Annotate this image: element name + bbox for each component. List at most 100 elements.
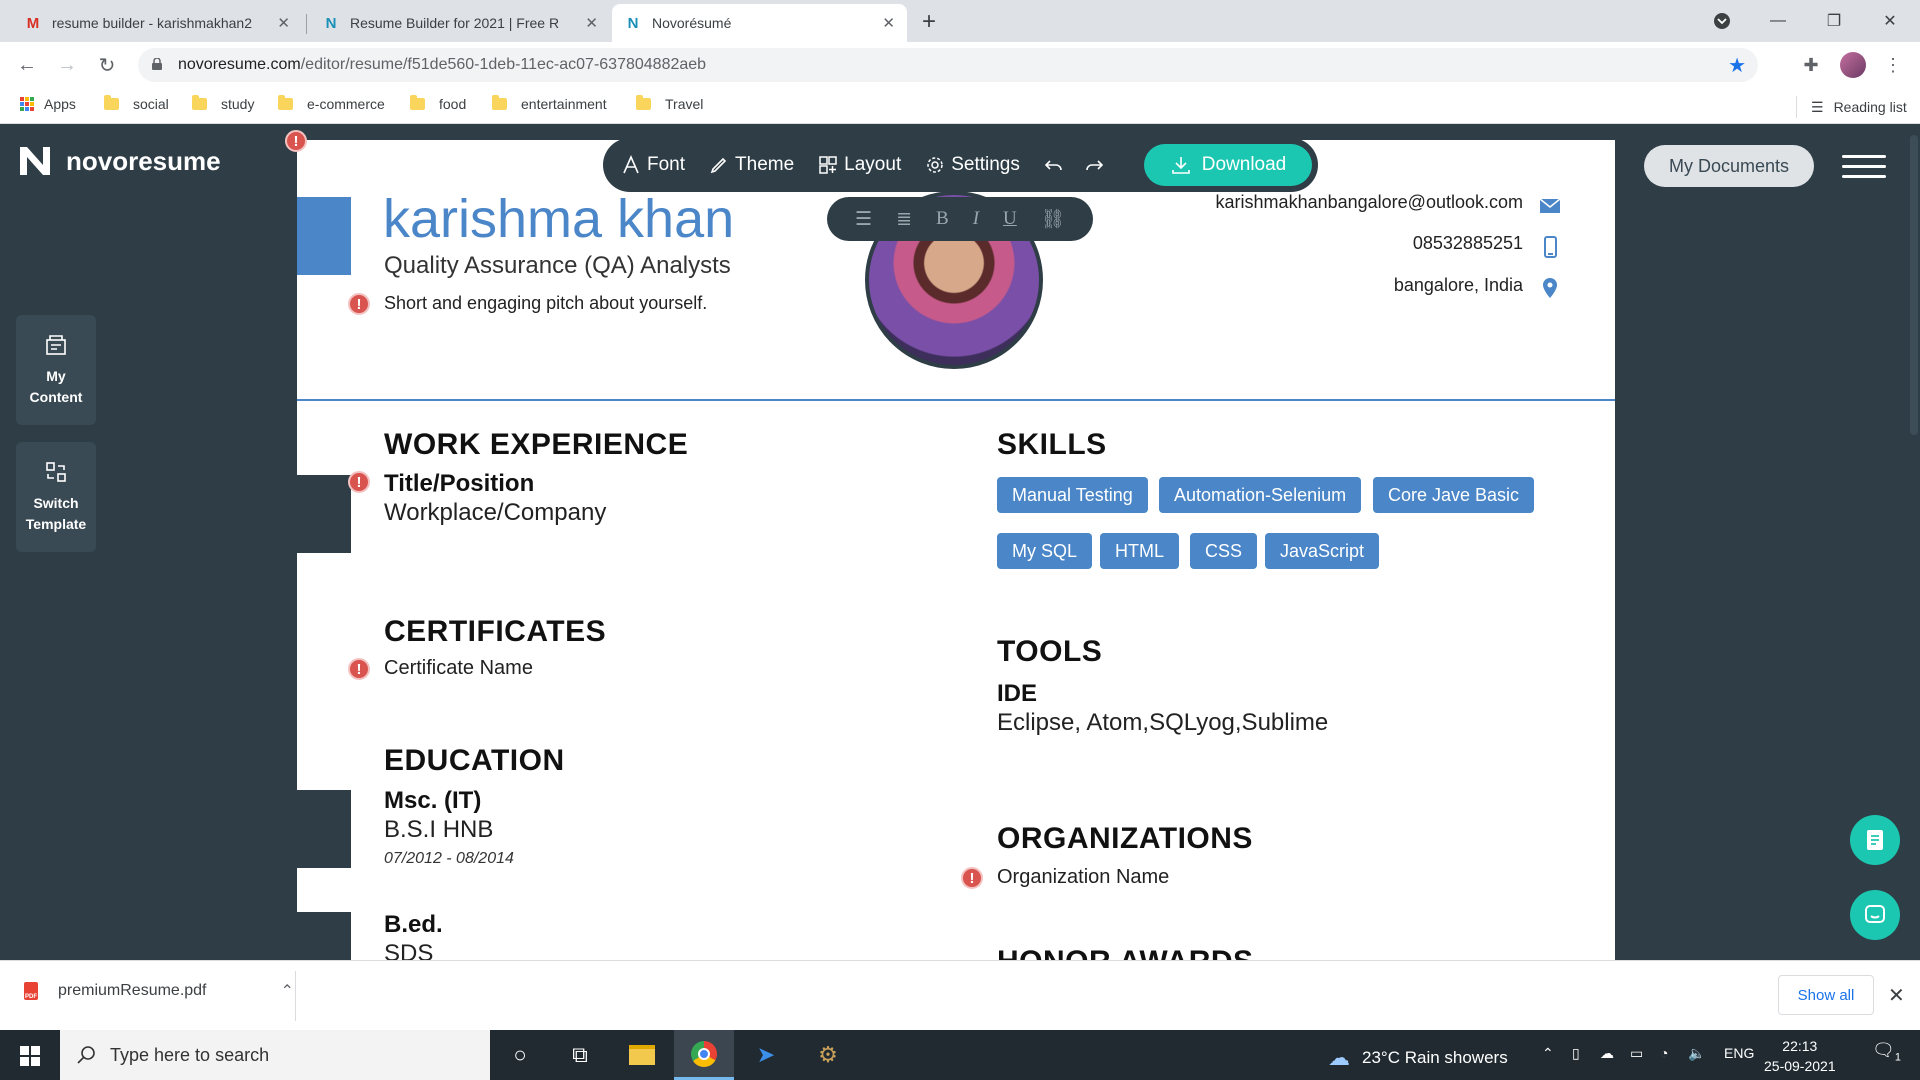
reading-list[interactable]: ☰ Reading list — [1796, 96, 1907, 118]
back-icon[interactable]: ← — [12, 50, 42, 80]
bookmark-social[interactable]: social — [104, 95, 169, 112]
reload-icon[interactable]: ↻ — [92, 50, 122, 80]
chevron-up-tray-icon[interactable]: ⌃ — [1542, 1045, 1554, 1062]
resume-review-button[interactable] — [1850, 815, 1900, 865]
education-degree[interactable]: Msc. (IT) — [384, 787, 481, 815]
certificate-item[interactable]: Certificate Name — [384, 657, 533, 680]
bookmark-travel[interactable]: Travel — [636, 95, 703, 112]
warning-icon[interactable]: ! — [348, 293, 370, 315]
font-button[interactable]: Font — [621, 154, 685, 176]
language-indicator[interactable]: ENG — [1724, 1045, 1754, 1061]
skill-tag[interactable]: CSS — [1190, 533, 1258, 569]
chat-support-button[interactable] — [1850, 890, 1900, 940]
extensions-icon[interactable]: ✚ — [1796, 50, 1826, 80]
brand-logo[interactable]: novoresume — [18, 145, 221, 177]
warning-icon[interactable]: ! — [285, 130, 307, 152]
link-icon[interactable]: ⛓ — [1041, 207, 1065, 231]
awards-heading-cut[interactable]: HONOR AWARDS — [997, 945, 1254, 960]
bookmark-e-commerce[interactable]: e-commerce — [278, 95, 385, 112]
settings-button[interactable]: Settings — [925, 154, 1020, 176]
cortana-icon[interactable]: ○ — [490, 1030, 550, 1080]
tab-novoresume-active[interactable]: N Novorésumé ✕ — [612, 4, 907, 42]
close-tab-icon[interactable]: ✕ — [882, 14, 895, 32]
bookmark-food[interactable]: food — [410, 95, 466, 112]
work-position[interactable]: Title/Position — [384, 470, 534, 498]
work-company[interactable]: Workplace/Company — [384, 499, 606, 527]
tab-gmail[interactable]: M resume builder - karishmakhan2 ✕ — [12, 4, 302, 42]
resume-role[interactable]: Quality Assurance (QA) Analysts — [384, 252, 731, 280]
theme-button[interactable]: Theme — [709, 154, 794, 176]
hamburger-menu-icon[interactable] — [1842, 155, 1886, 185]
clock[interactable]: 22:13 25-09-2021 — [1764, 1036, 1836, 1076]
address-bar[interactable]: novoresume.com/editor/resume/f51de560-1d… — [138, 48, 1758, 82]
organizations-heading[interactable]: ORGANIZATIONS — [997, 822, 1253, 856]
tab-resume-builder[interactable]: N Resume Builder for 2021 | Free R ✕ — [310, 4, 610, 42]
switch-template-button[interactable]: Switch Template — [16, 442, 96, 552]
undo-button[interactable] — [1044, 155, 1070, 175]
app-bird-icon[interactable]: ➤ — [736, 1030, 796, 1080]
taskbar-search-box[interactable]: Type here to search — [60, 1030, 490, 1080]
skill-tag[interactable]: Manual Testing — [997, 477, 1148, 513]
tab-search-button[interactable] — [1694, 0, 1750, 42]
resume-pitch[interactable]: Short and engaging pitch about yourself. — [384, 293, 707, 314]
layout-button[interactable]: Layout — [818, 154, 901, 176]
work-experience-heading[interactable]: WORK EXPERIENCE — [384, 428, 688, 462]
education-dates[interactable]: 07/2012 - 08/2014 — [384, 850, 514, 868]
minimize-button[interactable]: — — [1750, 0, 1806, 42]
align-justify-icon[interactable]: ≣ — [896, 208, 912, 231]
resume-name[interactable]: karishma khan — [383, 188, 734, 250]
education-school[interactable]: SDS — [384, 940, 433, 960]
skills-heading[interactable]: SKILLS — [997, 428, 1107, 462]
show-all-button[interactable]: Show all — [1778, 975, 1874, 1015]
windows-start-icon[interactable] — [20, 1046, 40, 1066]
close-window-button[interactable]: ✕ — [1862, 0, 1918, 42]
maximize-button[interactable]: ❐ — [1806, 0, 1862, 42]
align-left-icon[interactable]: ☰ — [855, 208, 872, 231]
downloaded-file[interactable]: PDF premiumResume.pdf ⌃ — [24, 981, 294, 1001]
tools-value[interactable]: Eclipse, Atom,SQLyog,Sublime — [997, 709, 1328, 737]
task-view-icon[interactable]: ⧉ — [550, 1030, 610, 1080]
bookmark-entertainment[interactable]: entertainment — [492, 95, 607, 112]
bookmark-study[interactable]: study — [192, 95, 254, 112]
tools-heading[interactable]: TOOLS — [997, 635, 1102, 669]
education-school[interactable]: B.S.I HNB — [384, 816, 493, 844]
wifi-icon[interactable]: ◔ — [1660, 1045, 1668, 1061]
tools-subtitle[interactable]: IDE — [997, 680, 1037, 708]
close-shelf-icon[interactable]: ✕ — [1888, 983, 1905, 1008]
file-explorer-icon[interactable] — [612, 1030, 672, 1080]
education-degree[interactable]: B.ed. — [384, 911, 443, 939]
chrome-icon[interactable] — [674, 1030, 734, 1080]
bookmark-apps[interactable]: Apps — [20, 96, 76, 112]
battery-icon[interactable]: ▭ — [1630, 1045, 1643, 1062]
new-tab-button[interactable]: + — [922, 8, 936, 36]
profile-avatar[interactable] — [1838, 50, 1868, 80]
close-tab-icon[interactable]: ✕ — [277, 14, 290, 32]
bold-button[interactable]: B — [936, 208, 949, 230]
redo-button[interactable] — [1084, 155, 1110, 175]
notifications-icon[interactable]: 🗨1 — [1872, 1040, 1901, 1064]
download-button[interactable]: Download — [1144, 144, 1312, 186]
volume-icon[interactable]: 🔈 — [1688, 1045, 1705, 1062]
warning-icon[interactable]: ! — [348, 658, 370, 680]
skill-tag[interactable]: JavaScript — [1265, 533, 1380, 569]
my-content-button[interactable]: My Content — [16, 315, 96, 425]
device-icon[interactable]: ▯ — [1572, 1045, 1580, 1062]
underline-button[interactable]: U — [1003, 208, 1017, 230]
certificates-heading[interactable]: CERTIFICATES — [384, 615, 606, 649]
organization-item[interactable]: Organization Name — [997, 866, 1169, 889]
my-documents-button[interactable]: My Documents — [1644, 145, 1814, 187]
onedrive-cloud-icon[interactable]: ☁ — [1600, 1045, 1614, 1062]
browser-menu-icon[interactable]: ⋮ — [1878, 50, 1908, 80]
education-heading[interactable]: EDUCATION — [384, 744, 565, 778]
italic-button[interactable]: I — [973, 208, 979, 230]
close-tab-icon[interactable]: ✕ — [585, 14, 598, 32]
contact-phone[interactable]: 08532885251 — [1413, 233, 1523, 254]
weather-widget[interactable]: ☁ 23°C Rain showers — [1328, 1045, 1508, 1071]
skill-tag[interactable]: Core Jave Basic — [1373, 477, 1535, 513]
contact-location[interactable]: bangalore, India — [1394, 275, 1523, 296]
forward-icon[interactable]: → — [52, 50, 82, 80]
warning-icon[interactable]: ! — [348, 471, 370, 493]
chevron-up-icon[interactable]: ⌃ — [281, 981, 294, 1001]
skill-tag[interactable]: HTML — [1100, 533, 1179, 569]
bookmark-star-icon[interactable]: ★ — [1728, 53, 1746, 78]
